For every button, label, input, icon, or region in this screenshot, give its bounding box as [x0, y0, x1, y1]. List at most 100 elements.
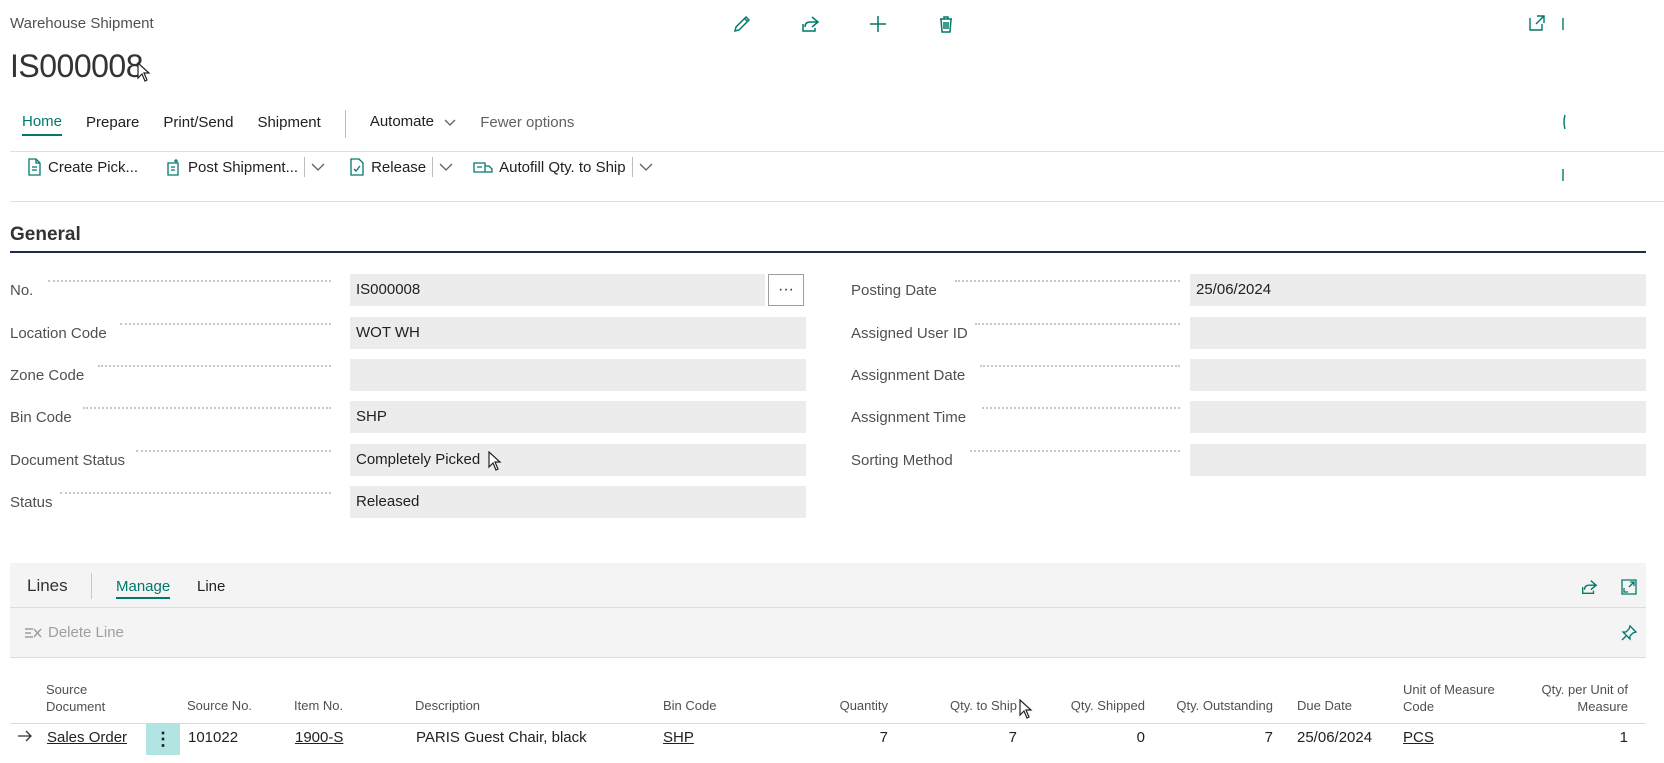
tab-divider: [344, 110, 346, 138]
split-divider: [432, 157, 434, 177]
release-dropdown-icon[interactable]: [439, 159, 453, 176]
tab-print-send[interactable]: Print/Send: [163, 114, 233, 135]
general-section-title[interactable]: General: [10, 224, 81, 246]
column-header-uom-code[interactable]: Unit of Measure Code: [1403, 681, 1513, 715]
document-status-field: Completely Picked: [350, 444, 806, 476]
expand-icon[interactable]: [1620, 578, 1638, 601]
field-label-no: No.: [10, 281, 34, 299]
bin-code-field[interactable]: SHP: [350, 401, 806, 433]
collapse-icon[interactable]: [1562, 16, 1564, 37]
toolbar-divider: [10, 151, 1664, 152]
column-header-description[interactable]: Description: [415, 697, 480, 714]
create-pick-icon: [28, 158, 41, 176]
page-caption: Warehouse Shipment: [10, 15, 154, 32]
new-icon[interactable]: [866, 12, 890, 36]
column-header-qty-to-ship[interactable]: Qty. to Ship: [912, 697, 1017, 714]
pin-icon[interactable]: [1562, 168, 1564, 187]
post-shipment-dropdown-icon[interactable]: [311, 159, 325, 176]
post-shipment-button[interactable]: Post Shipment...: [166, 158, 298, 176]
fewer-options-button[interactable]: Fewer options: [480, 114, 574, 135]
lines-title: Lines: [27, 576, 68, 595]
leader-dots: [98, 365, 331, 367]
current-row-arrow-icon: [17, 729, 33, 748]
field-label-assigned-user-id: Assigned User ID: [851, 324, 968, 342]
source-no-cell[interactable]: 101022: [188, 729, 238, 746]
delete-line-label: Delete Line: [48, 624, 124, 641]
pin-icon[interactable]: [1620, 624, 1638, 647]
open-new-window-icon[interactable]: [1528, 14, 1546, 37]
column-header-qty-per-uom[interactable]: Qty. per Unit of Measure: [1520, 681, 1628, 715]
lines-tab-manage[interactable]: Manage: [116, 578, 171, 599]
autofill-qty-button[interactable]: Autofill Qty. to Ship: [473, 159, 626, 176]
search-icon[interactable]: [1562, 114, 1566, 135]
autofill-dropdown-icon[interactable]: [639, 159, 653, 176]
uom-code-cell[interactable]: PCS: [1403, 729, 1434, 746]
leader-dots: [955, 280, 1180, 282]
lines-divider: [91, 573, 92, 599]
qty-shipped-cell: 0: [1136, 729, 1145, 746]
assigned-user-id-field[interactable]: [1190, 317, 1646, 349]
row-actions-menu-button[interactable]: ⋮: [146, 723, 180, 755]
zone-code-field[interactable]: [350, 359, 806, 391]
field-label-document-status: Document Status: [10, 451, 126, 469]
autofill-icon: [473, 162, 493, 173]
create-pick-label: Create Pick...: [48, 158, 139, 176]
tab-automate-label: Automate: [369, 113, 435, 131]
qty-per-uom-cell: 1: [1619, 729, 1628, 746]
lines-header-divider: [10, 607, 1646, 608]
leader-dots: [982, 407, 1180, 409]
leader-dots: [970, 450, 1180, 452]
field-label-bin-code: Bin Code: [10, 408, 72, 426]
sorting-method-field[interactable]: [1190, 444, 1646, 476]
field-label-status: Status: [10, 493, 53, 511]
column-header-source-no[interactable]: Source No.: [187, 697, 252, 714]
release-button[interactable]: Release: [349, 158, 426, 176]
due-date-cell[interactable]: 25/06/2024: [1297, 729, 1372, 746]
column-header-item-no[interactable]: Item No.: [294, 697, 343, 714]
lines-tab-line[interactable]: Line: [197, 578, 225, 595]
leader-dots: [975, 323, 1180, 325]
tab-shipment[interactable]: Shipment: [257, 114, 320, 135]
quantity-cell[interactable]: 7: [780, 729, 888, 746]
bin-code-cell[interactable]: SHP: [663, 729, 694, 746]
posting-date-field[interactable]: 25/06/2024: [1190, 274, 1646, 306]
description-cell[interactable]: PARIS Guest Chair, black: [416, 729, 587, 746]
leader-dots: [60, 492, 331, 494]
location-code-field[interactable]: WOT WH: [350, 317, 806, 349]
leader-dots: [48, 280, 331, 282]
edit-icon[interactable]: [730, 12, 754, 36]
post-shipment-icon: [167, 159, 179, 176]
delete-icon[interactable]: [934, 12, 958, 36]
column-header-quantity[interactable]: Quantity: [780, 697, 888, 714]
column-header-qty-shipped[interactable]: Qty. Shipped: [1030, 697, 1145, 714]
qty-outstanding-cell: 7: [1264, 729, 1273, 746]
field-label-zone-code: Zone Code: [10, 366, 85, 384]
column-header-qty-outstanding[interactable]: Qty. Outstanding: [1160, 697, 1273, 714]
qty-to-ship-cell[interactable]: 7: [912, 729, 1017, 746]
no-field[interactable]: IS000008: [350, 274, 765, 306]
create-pick-button[interactable]: Create Pick...: [26, 158, 138, 176]
split-divider: [631, 157, 633, 177]
share-icon[interactable]: [798, 12, 822, 36]
leader-dots: [120, 323, 331, 325]
tab-prepare[interactable]: Prepare: [86, 114, 139, 135]
source-document-link[interactable]: Sales Order: [47, 729, 127, 746]
leader-dots: [83, 407, 331, 409]
chevron-down-icon: [444, 114, 456, 131]
column-header-source-document[interactable]: Source Document: [46, 681, 146, 715]
share-icon[interactable]: [1580, 578, 1598, 601]
delete-line-button[interactable]: Delete Line: [24, 624, 124, 641]
tab-automate[interactable]: Automate: [370, 113, 456, 135]
assignment-date-field: [1190, 359, 1646, 391]
tab-home[interactable]: Home: [22, 113, 63, 136]
column-header-bin-code[interactable]: Bin Code: [663, 697, 716, 714]
assist-edit-button[interactable]: ···: [768, 274, 804, 306]
post-shipment-label: Post Shipment...: [188, 158, 299, 176]
page-title: IS000008: [10, 48, 144, 84]
action-bar: Create Pick... Post Shipment... Release …: [26, 156, 653, 178]
column-header-due-date[interactable]: Due Date: [1297, 697, 1352, 714]
action-tabs: Home Prepare Print/Send Shipment Automat…: [22, 110, 598, 138]
field-label-assignment-date: Assignment Date: [851, 366, 966, 384]
field-label-sorting-method: Sorting Method: [851, 451, 953, 469]
item-no-cell[interactable]: 1900-S: [295, 729, 343, 746]
